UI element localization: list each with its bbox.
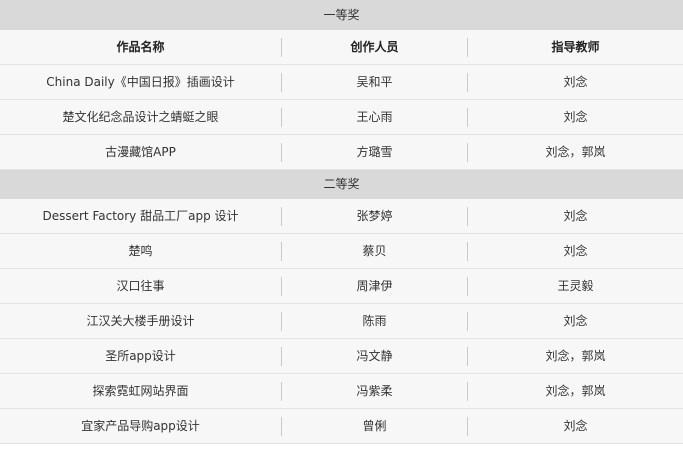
work-name: 宜家产品导购app设计 [81,418,200,433]
work-name: Dessert Factory 甜品工厂app 设计 [42,208,239,223]
table-row: China Daily《中国日报》插画设计 吴和平 刘念 [0,65,683,100]
creator: 曾俐 [281,416,467,436]
work-name: 探索霓虹网站界面 [92,383,189,398]
work-name: China Daily《中国日报》插画设计 [46,74,235,89]
awards-table: 一等奖 作品名称 创作人员 指导教师 China Daily《中国日报》插画设计… [0,0,683,456]
advisor: 刘念，郭岚 [467,381,683,401]
advisor: 刘念，郭岚 [467,346,683,366]
table-row: 江汉关大楼手册设计 陈雨 刘念 [0,304,683,339]
award-title: 一等奖 [0,0,683,30]
table-row: 古漫藏馆APP 方璐雪 刘念，郭岚 [0,135,683,170]
creator: 陈雨 [281,311,467,331]
table-row: Dessert Factory 甜品工厂app 设计 张梦婷 刘念 [0,199,683,234]
advisor: 刘念 [467,72,683,92]
creator: 张梦婷 [281,206,467,226]
creator: 冯紫柔 [281,381,467,401]
work-name: 汉口往事 [116,278,165,293]
header-creators: 创作人员 [281,37,467,57]
creator: 冯文静 [281,346,467,366]
table-row: 楚鸣 蔡贝 刘念 [0,234,683,269]
work-name: 楚文化纪念品设计之蜻蜓之眼 [62,109,219,124]
creator: 蔡贝 [281,241,467,261]
advisor: 刘念 [467,107,683,127]
work-name: 圣所app设计 [105,348,176,363]
table-row: 宜家产品导购app设计 曾俐 刘念 [0,409,683,444]
creator: 王心雨 [281,107,467,127]
table-row: 汉口往事 周津伊 王灵毅 [0,269,683,304]
creator: 周津伊 [281,276,467,296]
work-name: 楚鸣 [128,243,153,258]
work-name: 古漫藏馆APP [105,144,176,159]
table-row: 楚文化纪念品设计之蜻蜓之眼 王心雨 刘念 [0,100,683,135]
advisor: 刘念 [467,241,683,261]
creator: 吴和平 [281,72,467,92]
advisor: 刘念 [467,206,683,226]
table-header: 作品名称 创作人员 指导教师 [0,30,683,65]
advisor: 王灵毅 [467,276,683,296]
table-row: 探索霓虹网站界面 冯紫柔 刘念，郭岚 [0,374,683,409]
header-advisor: 指导教师 [467,37,683,57]
table-row: 圣所app设计 冯文静 刘念，郭岚 [0,339,683,374]
advisor: 刘念 [467,311,683,331]
work-name: 江汉关大楼手册设计 [86,313,195,328]
advisor: 刘念，郭岚 [467,142,683,162]
award-title: 二等奖 [0,170,683,199]
creator: 方璐雪 [281,142,467,162]
header-work-name: 作品名称 [116,39,165,54]
advisor: 刘念 [467,416,683,436]
